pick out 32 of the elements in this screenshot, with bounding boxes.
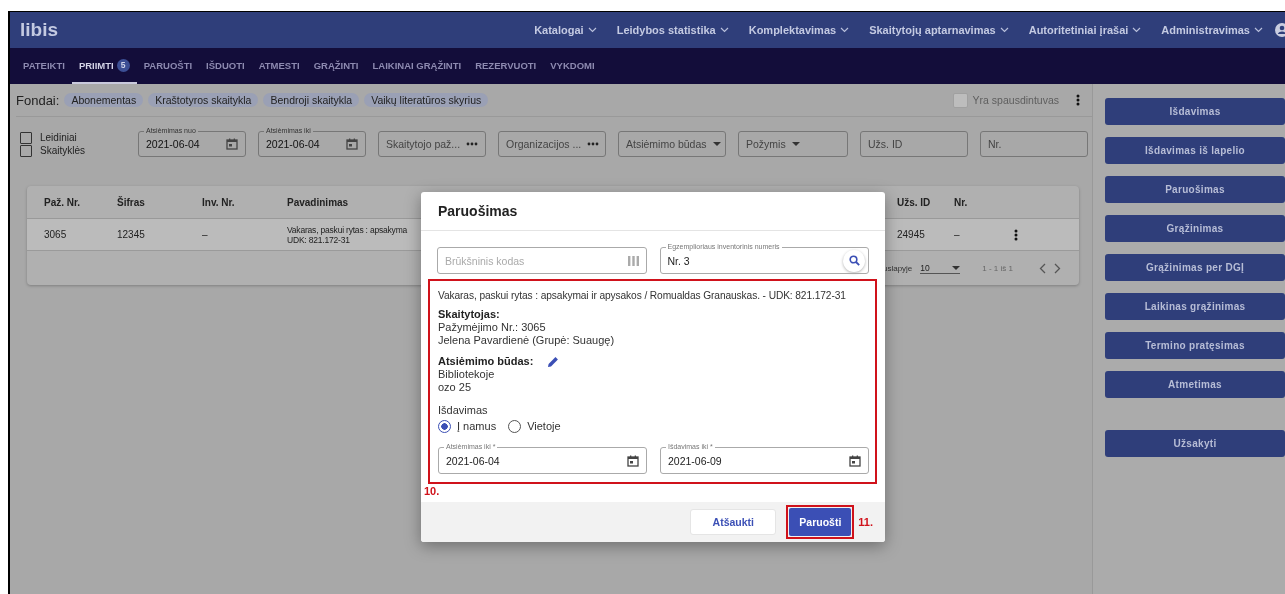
column-header: Užs. ID [897, 196, 932, 208]
checkbox-label: Leidiniai [40, 132, 77, 143]
reader-info: Pažymėjimo Nr.: 3065 [438, 321, 547, 334]
reader-info: Jelena Pavardienė (Grupė: Suaugę) [438, 334, 616, 347]
dialog-title: Paruošimas [421, 192, 885, 231]
funds-label: Fondai: [16, 92, 60, 108]
table-cell-text: 12345 [117, 229, 146, 240]
table-cell: Vakaras, paskui rytas : apsakyma [287, 224, 408, 235]
reader-heading: Skaitytojas: [438, 308, 501, 321]
table-cell-text: 24945 [897, 229, 926, 240]
table-cell-text: – [202, 229, 209, 240]
pickup-heading: Atsiėmimo būdas: [438, 355, 534, 368]
printer-label: Yra spausdintuvas [972, 94, 1059, 106]
column-header: Pavadinimas [287, 196, 350, 208]
count-badge: 5 [116, 58, 130, 72]
annotation-number: 10. [424, 485, 441, 497]
table-cell-text: 3065 [44, 229, 68, 240]
rows-per-page-label: uslapyje [882, 263, 913, 273]
column-header: Inv. Nr. [202, 196, 236, 208]
checkbox-label: Skaityklės [40, 145, 85, 156]
book-description: Vakaras, paskui rytas : apsakymai ir apysakos / Romualdas Granauskas. - UDK: 821.172-31 [438, 289, 847, 302]
pickup-info: ozo 25 [438, 381, 473, 394]
radio-label: Į namus [457, 420, 497, 433]
table-cell: UDK: 821.172-31 [287, 234, 350, 245]
pickup-info: Bibliotekoje [438, 368, 496, 381]
column-header: Paž. Nr. [44, 196, 82, 208]
issue-heading: Išdavimas [438, 404, 489, 417]
table-cell-text: – [954, 229, 961, 240]
annotation-number: 11. [858, 516, 873, 528]
column-header: Nr. [954, 196, 969, 208]
column-header: Šifras [117, 196, 146, 208]
radio-label: Vietoje [527, 420, 561, 433]
